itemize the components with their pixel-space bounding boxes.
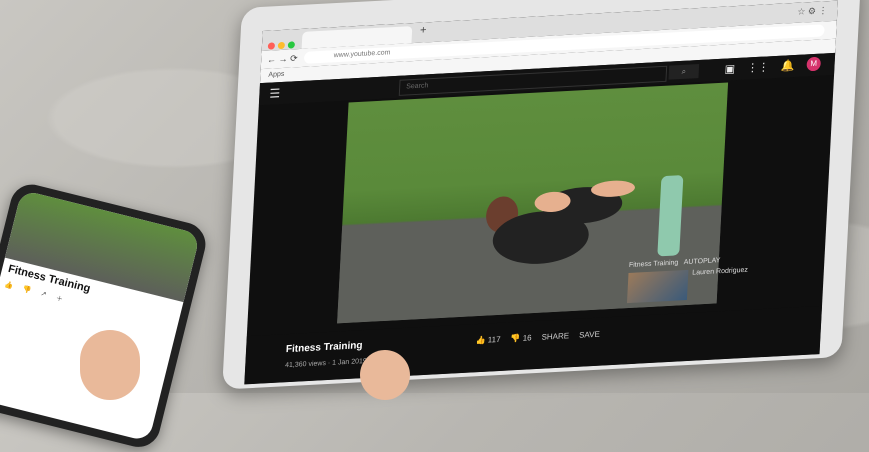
- like-button[interactable]: 👍 117: [475, 335, 500, 345]
- video-meta: 41,360 views · 1 Jan 2019: [284, 357, 367, 370]
- laptop: + ☆ ⚙ ⋮ ← → ⟳ www.youtube.com Apps ☰ Sea…: [222, 0, 862, 390]
- laptop-screen: + ☆ ⚙ ⋮ ← → ⟳ www.youtube.com Apps ☰ Sea…: [244, 0, 838, 385]
- person-in-video: [486, 180, 635, 264]
- apps-grid-icon[interactable]: ⋮⋮: [747, 60, 770, 74]
- minimize-window-button[interactable]: [277, 41, 286, 50]
- notifications-bell-icon[interactable]: 🔔: [781, 58, 795, 72]
- maximize-window-button[interactable]: [287, 41, 296, 49]
- avatar[interactable]: M: [806, 56, 822, 72]
- forward-icon[interactable]: →: [278, 54, 288, 65]
- like-count: 117: [487, 334, 501, 345]
- dislike-button[interactable]: 👎 16: [510, 333, 532, 343]
- share-button[interactable]: SHARE: [541, 331, 569, 341]
- hamburger-menu-icon[interactable]: ☰: [269, 86, 280, 101]
- hand: [80, 330, 140, 400]
- phone-dislike-icon[interactable]: 👎: [21, 285, 32, 297]
- new-tab-icon[interactable]: +: [420, 24, 427, 36]
- phone-share-icon[interactable]: ↗: [39, 289, 47, 300]
- up-next-heading: Fitness Training: [628, 259, 679, 270]
- dislike-count: 16: [522, 333, 532, 343]
- window-controls[interactable]: [267, 35, 298, 55]
- smartphone: Fitness Training 👍 👎 ↗ ＋: [0, 180, 211, 452]
- phone-screen: Fitness Training 👍 👎 ↗ ＋: [0, 189, 201, 442]
- phone-save-icon[interactable]: ＋: [55, 293, 64, 304]
- up-next-panel: Fitness Training AUTOPLAY Lauren Rodrigu…: [626, 253, 809, 304]
- bookmark-apps[interactable]: Apps: [268, 71, 284, 79]
- up-next-thumbnail[interactable]: [626, 269, 689, 304]
- create-video-icon[interactable]: ▣: [724, 62, 735, 76]
- header-icons: ▣ ⋮⋮ 🔔 M: [724, 56, 822, 76]
- video-title: Fitness Training: [285, 340, 363, 356]
- water-bottle: [657, 174, 684, 257]
- save-button[interactable]: SAVE: [579, 330, 600, 340]
- up-next-channel[interactable]: Lauren Rodriguez: [692, 267, 748, 277]
- back-icon[interactable]: ←: [267, 54, 277, 65]
- video-actions: 👍 117 👎 16 SHARE SAVE: [475, 330, 600, 346]
- reload-icon[interactable]: ⟳: [290, 53, 298, 64]
- search-icon[interactable]: ⌕: [668, 64, 700, 80]
- phone-like-icon[interactable]: 👍: [3, 280, 14, 292]
- autoplay-label: AUTOPLAY: [683, 257, 721, 267]
- browser-extension-icons[interactable]: ☆ ⚙ ⋮: [797, 5, 828, 18]
- close-window-button[interactable]: [267, 42, 276, 50]
